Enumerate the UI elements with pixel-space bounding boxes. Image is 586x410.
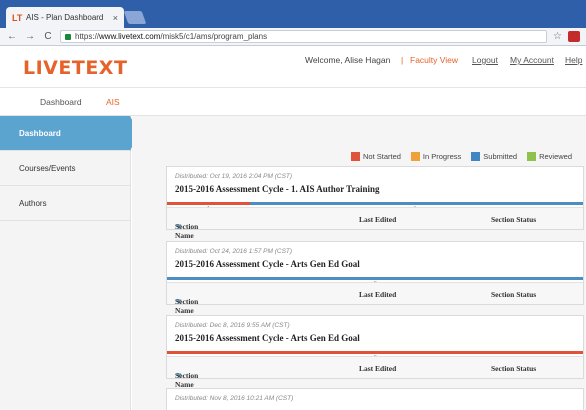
legend-reviewed: Reviewed [527,152,572,161]
status-progress-bar [167,277,583,280]
sidebar-item-authors[interactable]: Authors [0,186,130,221]
livetext-logo[interactable]: LIVETEXT [23,57,127,79]
browser-chrome: LT AIS - Plan Dashboard × ← → C https://… [0,0,586,46]
assessment-cycle-card[interactable]: Distributed: Oct 24, 2016 1:57 PM (CST) … [166,241,584,315]
not-started-segment [167,202,251,205]
sub-navigation: Dashboard AIS [0,88,586,116]
browser-tabstrip: LT AIS - Plan Dashboard × [0,0,586,28]
browser-tab[interactable]: LT AIS - Plan Dashboard × [6,7,124,28]
status-progress-bar [167,351,583,354]
header-separator: | [401,55,404,65]
back-button[interactable]: ← [6,31,18,42]
main-content: Not Started In Progress Submitted Review… [132,116,586,410]
distributed-date: Distributed: Oct 19, 2016 2:04 PM (CST) [175,173,293,180]
legend-not-started: Not Started [350,152,401,161]
section-table-header: ▼ Section Name Last Edited Section Statu… [167,282,583,315]
extension-icon[interactable] [568,31,580,42]
not-started-segment [167,351,583,354]
col-last-edited: Last Edited [359,364,397,373]
col-last-edited: Last Edited [359,215,397,224]
col-section-name: Section Name [175,222,199,240]
lock-icon [65,33,71,40]
livetext-favicon-icon: LT [12,12,23,23]
assessment-cycle-card[interactable]: Distributed: Dec 8, 2016 9:55 AM (CST) 2… [166,315,584,389]
card-summary: Distributed: Nov 8, 2016 10:21 AM (CST) [167,389,583,410]
sidebar-item-dashboard[interactable]: Dashboard [0,116,139,151]
app-header: LIVETEXT Welcome, Alise Hagan | Faculty … [0,46,586,88]
status-progress-bar [167,202,583,205]
url-scheme: https:// [75,32,100,41]
url-path: /misk5/c1/ams/program_plans [160,32,268,41]
status-legend: Not Started In Progress Submitted Review… [350,152,572,161]
legend-swatch [410,152,420,161]
legend-label: In Progress [422,152,462,161]
subnav-ais[interactable]: AIS [106,97,120,107]
col-section-status: Section Status [491,215,537,224]
assessment-cycle-card[interactable]: Distributed: Nov 8, 2016 10:21 AM (CST) [166,388,584,410]
tab-title: AIS - Plan Dashboard [26,13,104,22]
assessment-cycle-card[interactable]: Distributed: Oct 19, 2016 2:04 PM (CST) … [166,166,584,240]
my-account-link[interactable]: My Account [510,55,554,65]
cycle-title[interactable]: 2015-2016 Assessment Cycle - 1. AIS Auth… [175,184,380,194]
legend-label: Submitted [483,152,518,161]
cycle-title[interactable]: 2015-2016 Assessment Cycle - Arts Gen Ed… [175,259,360,269]
url-input[interactable]: https://www.livetext.com/misk5/c1/ams/pr… [60,30,548,43]
new-tab-button[interactable] [123,11,147,24]
url-domain: www.livetext.com [99,32,161,41]
logout-link[interactable]: Logout [472,55,498,65]
reload-button[interactable]: C [42,31,54,42]
legend-label: Reviewed [539,152,572,161]
distributed-date: Distributed: Nov 8, 2016 10:21 AM (CST) [175,395,294,402]
section-table-header: ▼ Section Name Last Edited Section Statu… [167,207,583,240]
help-link[interactable]: Help [565,55,582,65]
welcome-text: Welcome, Alise Hagan [305,55,391,65]
col-section-status: Section Status [491,364,537,373]
sidebar: Dashboard Courses/Events Authors [0,116,139,410]
col-section-name: Section Name [175,371,199,389]
card-summary: Distributed: Oct 24, 2016 1:57 PM (CST) … [167,242,583,287]
distributed-date: Distributed: Oct 24, 2016 1:57 PM (CST) [175,248,293,255]
distributed-date: Distributed: Dec 8, 2016 9:55 AM (CST) [175,322,290,329]
card-summary: Distributed: Oct 19, 2016 2:04 PM (CST) … [167,167,583,212]
card-summary: Distributed: Dec 8, 2016 9:55 AM (CST) 2… [167,316,583,361]
legend-in-progress: In Progress [410,152,462,161]
faculty-view-link[interactable]: Faculty View [410,55,458,65]
tab-close-icon[interactable]: × [113,13,118,23]
legend-swatch [471,152,481,161]
legend-label: Not Started [362,152,401,161]
col-last-edited: Last Edited [359,290,397,299]
url-text: https://www.livetext.com/misk5/c1/ams/pr… [75,32,267,41]
legend-swatch [527,152,537,161]
section-table-header: ▼ Section Name Last Edited Section Statu… [167,356,583,389]
col-section-name: Section Name [175,297,199,315]
cycle-title[interactable]: 2015-2016 Assessment Cycle - Arts Gen Ed… [175,333,360,343]
sidebar-item-courses-events[interactable]: Courses/Events [0,151,130,186]
legend-swatch [350,152,360,161]
address-bar: ← → C https://www.livetext.com/misk5/c1/… [0,28,586,46]
forward-button[interactable]: → [24,31,36,42]
subnav-dashboard[interactable]: Dashboard [40,97,82,107]
bookmark-star-icon[interactable]: ☆ [553,31,562,42]
legend-submitted: Submitted [471,152,517,161]
col-section-status: Section Status [491,290,537,299]
